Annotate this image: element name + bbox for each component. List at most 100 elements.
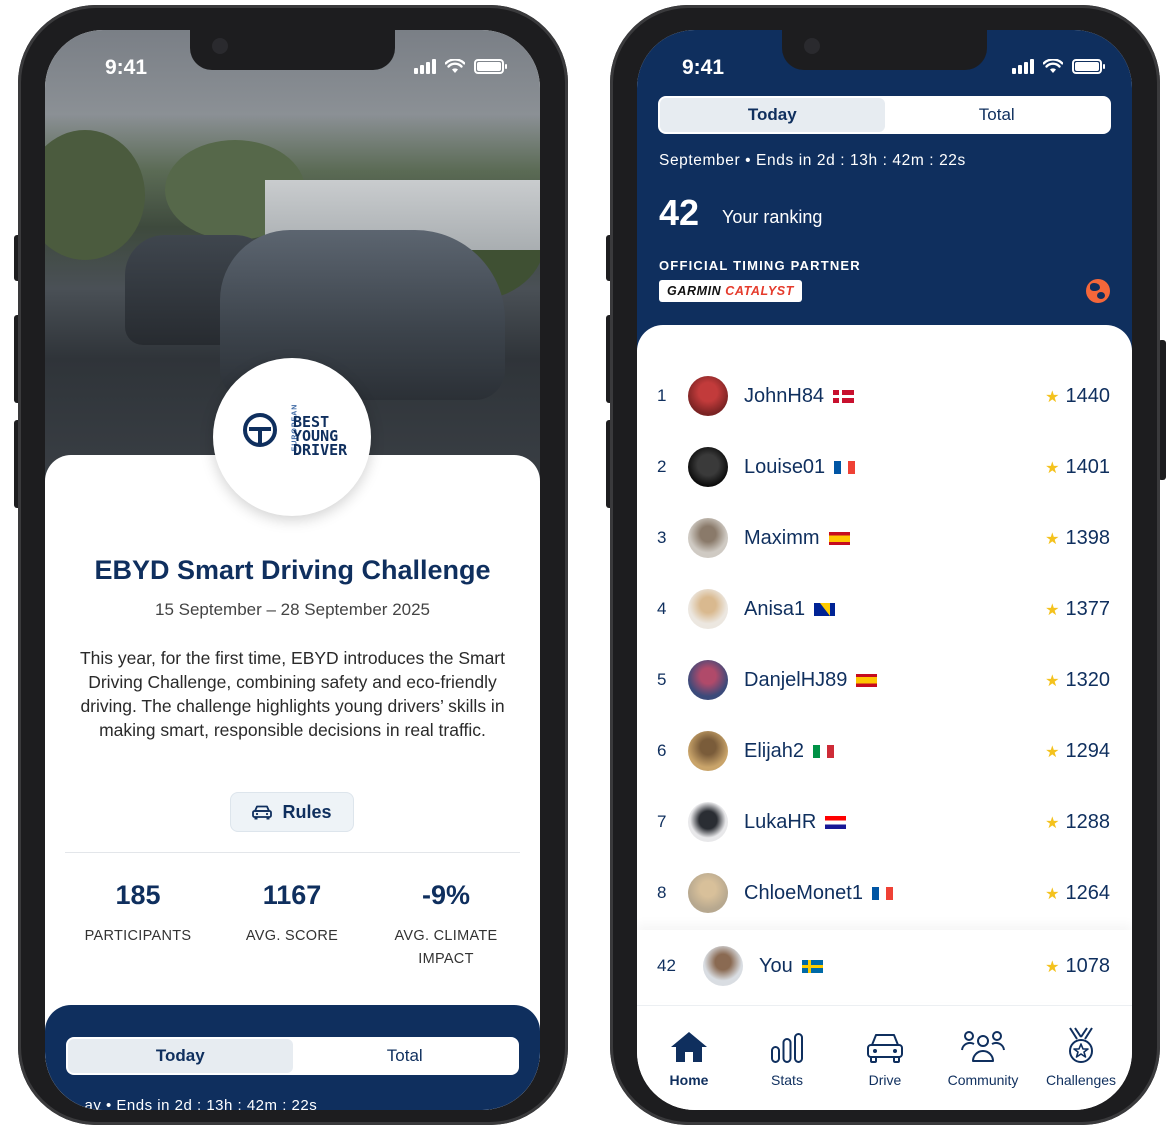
flag-bosnia-icon bbox=[814, 602, 836, 616]
status-time: 9:41 bbox=[105, 56, 148, 79]
bottom-tab-bar: Home Stats Drive Community Challenges bbox=[637, 1005, 1132, 1110]
row-name: Maximm bbox=[744, 527, 850, 550]
signal-icon bbox=[414, 58, 436, 74]
avatar bbox=[688, 447, 728, 487]
tab-stats[interactable]: Stats bbox=[737, 1026, 837, 1088]
row-position: 2 bbox=[657, 457, 667, 476]
row-score: ★ 1294 bbox=[1045, 739, 1110, 762]
right-phone: 9:41 Today Total September • Ends in 2d … bbox=[610, 5, 1160, 1125]
row-score: ★ 1320 bbox=[1045, 668, 1110, 691]
challenge-description: This year, for the first time, EBYD intr… bbox=[79, 648, 506, 740]
flag-sweden-icon bbox=[801, 959, 823, 973]
star-icon: ★ bbox=[1045, 672, 1060, 690]
your-rank-row[interactable]: 42 You ★ 1078 bbox=[637, 930, 1132, 1002]
row-score: ★ 1398 bbox=[1045, 526, 1110, 549]
stats-icon bbox=[771, 1033, 803, 1063]
row-name: Louise01 bbox=[744, 456, 856, 479]
avatar bbox=[688, 660, 728, 700]
rules-label: Rules bbox=[282, 801, 332, 822]
row-name: You bbox=[759, 955, 823, 978]
stat-label: PARTICIPANTS bbox=[84, 928, 192, 944]
avatar bbox=[688, 518, 728, 558]
divider bbox=[65, 852, 520, 853]
tab-challenges[interactable]: Challenges bbox=[1031, 1026, 1131, 1088]
left-screen: 9:41 EUROPEAN BEST YOUNG DRIVER EBYD Sma… bbox=[45, 30, 540, 1110]
star-icon: ★ bbox=[1045, 530, 1060, 548]
star-icon: ★ bbox=[1045, 958, 1060, 976]
star-icon: ★ bbox=[1045, 814, 1060, 832]
medal-icon bbox=[1069, 1027, 1093, 1063]
tab-label: Home bbox=[669, 1072, 709, 1088]
period-countdown: September • Ends in 2d : 13h : 42m : 22s bbox=[659, 152, 966, 169]
tab-total[interactable]: Total bbox=[885, 98, 1110, 132]
tab-total[interactable]: Total bbox=[293, 1039, 518, 1073]
row-score: ★ 1440 bbox=[1045, 384, 1110, 407]
flag-italy-icon bbox=[813, 744, 835, 758]
page-title: EBYD Smart Driving Challenge bbox=[94, 555, 491, 585]
avatar bbox=[703, 946, 743, 986]
status-time: 9:41 bbox=[682, 56, 725, 79]
row-name: Anisa1 bbox=[744, 598, 836, 621]
steering-wheel-icon bbox=[243, 413, 277, 447]
avatar bbox=[688, 802, 728, 842]
tab-label: Drive bbox=[868, 1072, 902, 1088]
wifi-icon bbox=[445, 58, 465, 73]
row-score: ★ 1377 bbox=[1045, 597, 1110, 620]
leaderboard-row[interactable]: 6 Elijah2 ★ 1294 bbox=[637, 721, 1132, 781]
tab-drive[interactable]: Drive bbox=[835, 1026, 935, 1088]
period-toggle: Today Total bbox=[66, 1037, 519, 1075]
flag-croatia-icon bbox=[825, 815, 847, 829]
community-icon bbox=[961, 1031, 1005, 1062]
tab-label: Stats bbox=[771, 1072, 803, 1088]
car-icon bbox=[867, 1034, 903, 1063]
row-position: 42 bbox=[657, 956, 676, 975]
ebyd-logo: EUROPEAN BEST YOUNG DRIVER bbox=[213, 358, 371, 516]
ranking-label: Your ranking bbox=[722, 207, 823, 227]
avatar bbox=[688, 731, 728, 771]
leaderboard-row[interactable]: 3 Maximm ★ 1398 bbox=[637, 508, 1132, 568]
rules-button[interactable]: Rules bbox=[230, 792, 354, 832]
avatar bbox=[688, 589, 728, 629]
stat-value: 1167 bbox=[262, 880, 322, 910]
row-score: ★ 1078 bbox=[1045, 954, 1110, 977]
tab-label: Challenges bbox=[1045, 1072, 1117, 1088]
flag-france-icon bbox=[834, 460, 856, 474]
signal-icon bbox=[1012, 58, 1034, 74]
avatar bbox=[688, 376, 728, 416]
right-screen: 9:41 Today Total September • Ends in 2d … bbox=[637, 30, 1132, 1110]
tab-home[interactable]: Home bbox=[639, 1026, 739, 1088]
row-score: ★ 1264 bbox=[1045, 881, 1110, 904]
row-position: 7 bbox=[657, 812, 667, 831]
flag-france-icon bbox=[871, 886, 893, 900]
row-name: ChloeMonet1 bbox=[744, 882, 893, 905]
stat-climate-impact: -9% AVG. CLIMATE IMPACT bbox=[371, 880, 521, 971]
period-toggle: Today Total bbox=[658, 96, 1111, 134]
row-name: LukaHR bbox=[744, 811, 847, 834]
leaderboard-row[interactable]: 8 ChloeMonet1 ★ 1264 bbox=[637, 863, 1132, 923]
stat-label: AVG. CLIMATE IMPACT bbox=[394, 928, 498, 967]
star-icon: ★ bbox=[1045, 601, 1060, 619]
flag-spain-icon bbox=[856, 673, 878, 687]
stat-label: AVG. SCORE bbox=[245, 928, 339, 944]
flag-denmark-icon bbox=[833, 389, 855, 403]
car-icon bbox=[252, 805, 273, 819]
leaderboard-row[interactable]: 7 LukaHR ★ 1288 bbox=[637, 792, 1132, 852]
leaderboard-row[interactable]: 1 JohnH84 ★ 1440 bbox=[637, 366, 1132, 426]
tab-community[interactable]: Community bbox=[933, 1026, 1033, 1088]
leaderboard-row[interactable]: 4 Anisa1 ★ 1377 bbox=[637, 579, 1132, 639]
row-name: JohnH84 bbox=[744, 385, 855, 408]
tab-today[interactable]: Today bbox=[660, 98, 885, 132]
row-position: 4 bbox=[657, 599, 667, 618]
star-icon: ★ bbox=[1045, 459, 1060, 477]
tab-label: Community bbox=[947, 1072, 1019, 1088]
tab-today[interactable]: Today bbox=[68, 1039, 293, 1073]
row-name: Elijah2 bbox=[744, 740, 835, 763]
row-score: ★ 1288 bbox=[1045, 810, 1110, 833]
globe-icon[interactable] bbox=[1086, 279, 1110, 303]
leaderboard-row[interactable]: 5 DanjelHJ89 ★ 1320 bbox=[637, 650, 1132, 710]
row-position: 3 bbox=[657, 528, 667, 547]
leaderboard-row[interactable]: 2 Louise01 ★ 1401 bbox=[637, 437, 1132, 497]
row-score: ★ 1401 bbox=[1045, 455, 1110, 478]
battery-icon bbox=[1072, 58, 1105, 74]
stat-avg-score: 1167 AVG. SCORE bbox=[217, 880, 367, 948]
